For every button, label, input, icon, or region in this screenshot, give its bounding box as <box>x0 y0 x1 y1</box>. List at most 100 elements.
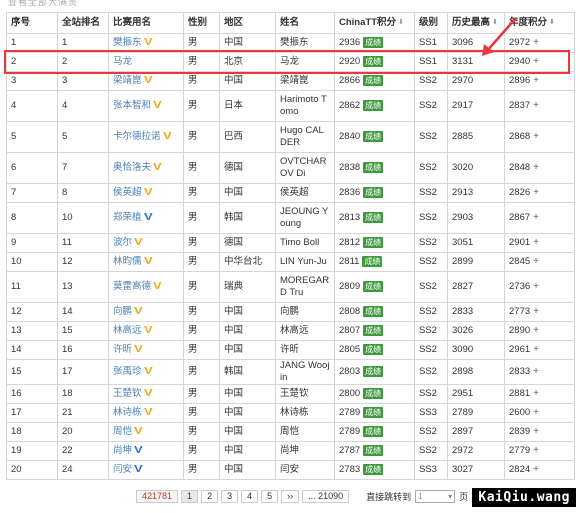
score-button[interactable]: 成绩 <box>363 99 384 111</box>
score-button[interactable]: 成绩 <box>363 365 384 377</box>
table-row[interactable]: 14 16 许昕 V 男中国 许昕 2805 成绩 SS2 3090 2961 + <box>6 340 575 360</box>
player-link[interactable]: 闫安 <box>113 464 132 475</box>
player-link[interactable]: 林高远 <box>113 325 142 336</box>
score-button[interactable]: 成绩 <box>363 280 384 292</box>
player-link[interactable]: 樊振东 <box>113 37 142 48</box>
player-link[interactable]: 周恺 <box>113 426 132 437</box>
score-button[interactable]: 成绩 <box>363 463 384 475</box>
table-row[interactable]: 15 17 张禹珍 V 男韩国 JANG Woojin 2803 成绩 SS2 2898 2833 + <box>6 359 575 385</box>
sort-icon[interactable]: ⬇ <box>398 17 404 29</box>
table-row[interactable]: 10 12 林昀儒 V 男中华台北 LIN Yun-Ju 2811 成绩 SS2 2899 2845… <box>6 252 575 272</box>
cell-name[interactable]: 莫雷高德 V <box>108 271 184 303</box>
cell-name[interactable]: 林高远 V <box>108 321 184 341</box>
expand-plus-icon[interactable]: + <box>533 464 539 475</box>
player-link[interactable]: 王楚钦 <box>113 388 142 399</box>
table-row[interactable]: 6 7 奥恰洛夫 V 男德国 OVTCHAROV Di 2838 成绩 SS2 3020 2848 + <box>6 152 575 184</box>
score-button[interactable]: 成绩 <box>363 406 384 418</box>
jump-select[interactable]: 1 ▾ <box>415 489 456 503</box>
table-row[interactable]: 4 4 张本智和 V 男日本 Harimoto Tomo 2862 成绩 SS2 2917 2837… <box>6 90 575 122</box>
player-link[interactable]: 张禹珍 <box>113 366 142 377</box>
sort-icon[interactable]: ⬇ <box>549 17 555 29</box>
expand-plus-icon[interactable]: + <box>533 366 539 377</box>
table-row[interactable]: 3 3 梁靖崑 V 男中国 梁靖崑 2866 成绩 SS2 2970 2896 + <box>6 71 575 91</box>
player-link[interactable]: 许昕 <box>113 344 132 355</box>
player-link[interactable]: 林昀儒 <box>113 256 142 267</box>
player-link[interactable]: 林诗栋 <box>113 407 142 418</box>
table-row[interactable]: 1 1 樊振东 V 男中国 樊振东 2936 成绩 SS1 3096 2972 + <box>6 33 575 53</box>
pager-page-2[interactable]: 2 <box>201 489 219 503</box>
pager-last[interactable]: ... 21090 <box>302 489 350 503</box>
player-link[interactable]: 波尔 <box>113 237 132 248</box>
score-button[interactable]: 成绩 <box>363 36 384 48</box>
expand-plus-icon[interactable]: + <box>533 237 539 248</box>
table-row[interactable]: 13 15 林高远 V 男中国 林高远 2807 成绩 SS2 3026 2890 + <box>6 321 575 341</box>
player-link[interactable]: 张本智和 <box>113 100 151 111</box>
pager-page-3[interactable]: 3 <box>221 489 239 503</box>
cell-name[interactable]: 王楚钦 V <box>108 384 184 404</box>
header-history[interactable]: 历史最高 ⬇ <box>447 12 505 34</box>
table-row[interactable]: 11 13 莫雷高德 V 男瑞典 MOREGARD Tru 2809 成绩 SS2 2827 273… <box>6 271 575 303</box>
cell-name[interactable]: 波尔 V <box>108 233 184 253</box>
cell-name[interactable]: 周恺 V <box>108 422 184 442</box>
pager-page-5[interactable]: 5 <box>261 489 279 503</box>
player-link[interactable]: 马龙 <box>113 56 132 67</box>
cell-name[interactable]: 梁靖崑 V <box>108 71 184 91</box>
player-link[interactable]: 侯英超 <box>113 187 142 198</box>
table-row[interactable]: 5 5 卡尔德拉诺 V 男巴西 Hugo CALDER 2840 成绩 SS2 2885 2868 + <box>6 121 575 153</box>
table-row[interactable]: 7 8 侯英超 V 男中国 侯英超 2836 成绩 SS2 2913 2826 + <box>6 183 575 203</box>
table-row[interactable]: 17 21 林诗栋 V 男中国 林诗栋 2789 成绩 SS3 2789 2600 + <box>6 403 575 423</box>
cell-name[interactable]: 樊振东 V <box>108 33 184 53</box>
expand-plus-icon[interactable]: + <box>533 75 539 86</box>
score-button[interactable]: 成绩 <box>363 305 384 317</box>
expand-plus-icon[interactable]: + <box>533 256 539 267</box>
cell-name[interactable]: 马龙 <box>108 52 184 72</box>
cell-name[interactable]: 郑荣植 V <box>108 202 184 234</box>
expand-plus-icon[interactable]: + <box>533 56 539 67</box>
score-button[interactable]: 成绩 <box>363 161 384 173</box>
cell-name[interactable]: 许昕 V <box>108 340 184 360</box>
table-row[interactable]: 12 14 向鹏 V 男中国 向鹏 2808 成绩 SS2 2833 2773 + <box>6 302 575 322</box>
cell-name[interactable]: 张本智和 V <box>108 90 184 122</box>
score-button[interactable]: 成绩 <box>363 425 384 437</box>
table-row[interactable]: 18 20 周恺 V 男中国 周恺 2789 成绩 SS2 2897 2839 + <box>6 422 575 442</box>
cell-name[interactable]: 林昀儒 V <box>108 252 184 272</box>
score-button[interactable]: 成绩 <box>363 211 384 223</box>
expand-plus-icon[interactable]: + <box>533 407 539 418</box>
expand-plus-icon[interactable]: + <box>533 100 539 111</box>
expand-plus-icon[interactable]: + <box>533 306 539 317</box>
expand-plus-icon[interactable]: + <box>533 37 539 48</box>
player-link[interactable]: 向鹏 <box>113 306 132 317</box>
header-annual[interactable]: 年度积分 ⬇ <box>504 12 575 34</box>
table-row[interactable]: 16 18 王楚钦 V 男中国 王楚钦 2800 成绩 SS2 2951 2881 + <box>6 384 575 404</box>
score-button[interactable]: 成绩 <box>363 324 384 336</box>
score-button[interactable]: 成绩 <box>363 130 384 142</box>
pager-page-4[interactable]: 4 <box>241 489 259 503</box>
score-button[interactable]: 成绩 <box>363 236 384 248</box>
player-link[interactable]: 梁靖崑 <box>113 75 142 86</box>
table-row[interactable]: 2 2 马龙男北京 马龙 2920 成绩 SS1 3131 2940 + <box>6 52 575 72</box>
expand-plus-icon[interactable]: + <box>533 325 539 336</box>
pager-next[interactable]: ›› <box>281 489 300 503</box>
player-link[interactable]: 郑荣植 <box>113 212 142 223</box>
expand-plus-icon[interactable]: + <box>533 187 539 198</box>
player-link[interactable]: 卡尔德拉诺 <box>113 131 161 142</box>
cell-name[interactable]: 林诗栋 V <box>108 403 184 423</box>
expand-plus-icon[interactable]: + <box>533 426 539 437</box>
cell-name[interactable]: 奥恰洛夫 V <box>108 152 184 184</box>
score-button[interactable]: 成绩 <box>362 255 383 267</box>
score-button[interactable]: 成绩 <box>363 74 384 86</box>
table-row[interactable]: 8 10 郑荣植 V 男韩国 JEOUNG Young 2813 成绩 SS2 2903 2867 + <box>6 202 575 234</box>
table-row[interactable]: 19 22 尚坤 V 男中国 尚坤 2787 成绩 SS2 2972 2779 + <box>6 441 575 461</box>
cell-name[interactable]: 侯英超 V <box>108 183 184 203</box>
pager-page-1[interactable]: 1 <box>181 489 199 503</box>
header-score[interactable]: ChinaTT积分 ⬇ <box>334 12 415 34</box>
score-button[interactable]: 成绩 <box>363 387 384 399</box>
table-row[interactable]: 9 11 波尔 V 男德国 Timo Boll 2812 成绩 SS2 3051 2901 + <box>6 233 575 253</box>
score-button[interactable]: 成绩 <box>363 186 384 198</box>
sort-icon[interactable]: ⬇ <box>492 17 498 29</box>
cell-name[interactable]: 尚坤 V <box>108 441 184 461</box>
expand-plus-icon[interactable]: + <box>533 162 539 173</box>
expand-plus-icon[interactable]: + <box>533 445 539 456</box>
player-link[interactable]: 尚坤 <box>113 445 132 456</box>
expand-plus-icon[interactable]: + <box>533 212 539 223</box>
